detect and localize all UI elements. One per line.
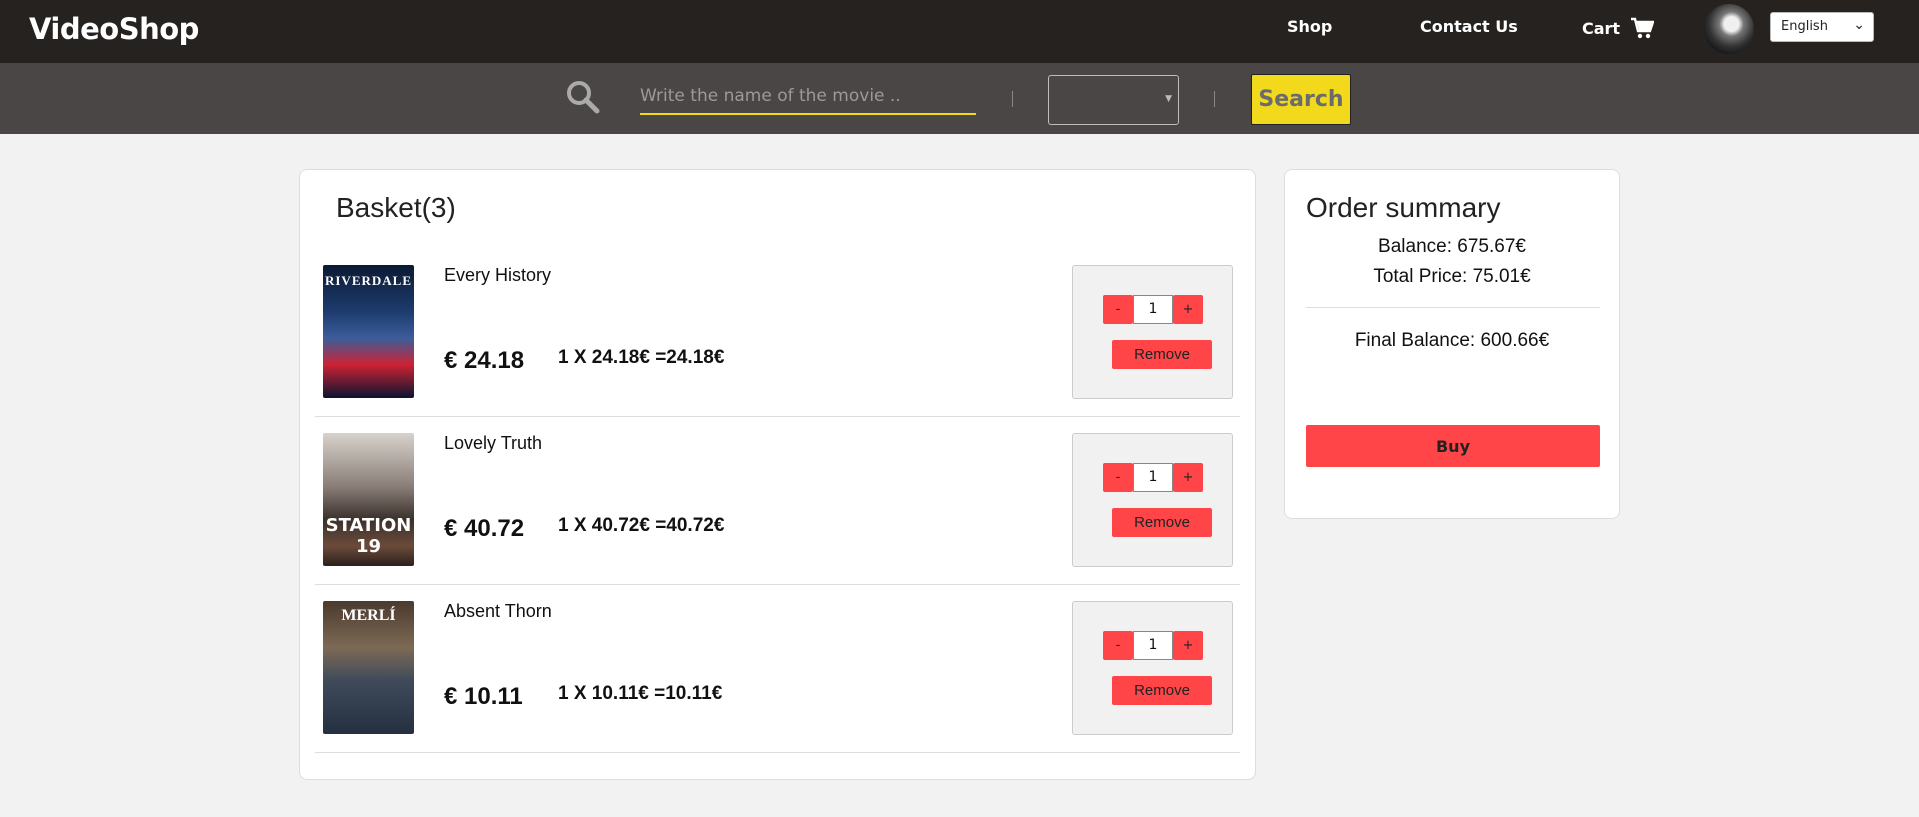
basket-item: MERLÍ Absent Thorn € 10.11 1 X 10.11€ =1…	[315, 585, 1240, 753]
cart-icon	[1631, 17, 1655, 39]
separator	[1214, 91, 1215, 107]
search-button[interactable]: Search	[1251, 74, 1351, 125]
basket-item: STATION 19 Lovely Truth € 40.72 1 X 40.7…	[315, 417, 1240, 585]
movie-poster: STATION 19	[323, 433, 414, 566]
language-select[interactable]: English ⌄	[1770, 12, 1874, 42]
order-summary-title: Order summary	[1306, 192, 1501, 223]
final-balance-text: Final Balance: 600.66€	[1354, 330, 1550, 351]
quantity-input[interactable]: 1	[1133, 295, 1173, 324]
remove-item-button[interactable]: Remove	[1112, 340, 1212, 369]
quantity-input[interactable]: 1	[1133, 631, 1173, 660]
movie-poster: RIVERDALE	[323, 265, 414, 398]
separator	[1012, 91, 1013, 107]
nav-contact-link[interactable]: Contact Us	[1420, 17, 1518, 36]
basket-title: Basket(3)	[336, 192, 456, 223]
basket-item: RIVERDALE Every History € 24.18 1 X 24.1…	[315, 249, 1240, 417]
remove-item-button[interactable]: Remove	[1112, 676, 1212, 705]
total-price-text: Total Price: 75.01€	[1373, 266, 1531, 287]
increase-quantity-button[interactable]: +	[1173, 295, 1203, 324]
decrease-quantity-button[interactable]: -	[1103, 463, 1133, 492]
top-navbar: VideoShop Shop Contact Us Cart English ⌄	[0, 0, 1919, 63]
decrease-quantity-button[interactable]: -	[1103, 295, 1133, 324]
nav-cart-link[interactable]: Cart	[1582, 17, 1655, 39]
order-summary-panel: Order summary Balance: 675.67€ Total Pri…	[1284, 169, 1620, 519]
decrease-quantity-button[interactable]: -	[1103, 631, 1133, 660]
poster-title: MERLÍ	[341, 607, 396, 624]
search-icon	[567, 81, 600, 114]
quantity-stepper: - 1 + Remove	[1072, 265, 1233, 399]
increase-quantity-button[interactable]: +	[1173, 463, 1203, 492]
item-name[interactable]: Absent Thorn	[444, 601, 552, 622]
item-price: € 40.72	[444, 515, 525, 542]
poster-title: RIVERDALE	[324, 273, 412, 288]
item-price: € 24.18	[444, 347, 525, 374]
poster-title: STATION 19	[325, 515, 412, 557]
brand-logo[interactable]: VideoShop	[29, 12, 199, 46]
search-bar: ▼ Search	[0, 63, 1919, 134]
buy-button[interactable]: Buy	[1306, 425, 1600, 467]
chevron-down-icon: ▼	[1165, 94, 1172, 104]
item-subtotal: 1 X 40.72€ =40.72€	[558, 515, 725, 536]
movie-poster: MERLÍ	[323, 601, 414, 734]
search-input[interactable]	[640, 81, 976, 115]
divider	[1306, 307, 1600, 308]
balance-text: Balance: 675.67€	[1378, 236, 1526, 257]
language-select-value: English	[1781, 19, 1828, 34]
remove-item-button[interactable]: Remove	[1112, 508, 1212, 537]
user-avatar[interactable]	[1704, 4, 1754, 54]
quantity-stepper: - 1 + Remove	[1072, 601, 1233, 735]
genre-select[interactable]: ▼	[1048, 75, 1179, 125]
item-subtotal: 1 X 10.11€ =10.11€	[558, 683, 723, 704]
item-name[interactable]: Every History	[444, 265, 551, 286]
quantity-input[interactable]: 1	[1133, 463, 1173, 492]
quantity-stepper: - 1 + Remove	[1072, 433, 1233, 567]
chevron-down-icon: ⌄	[1853, 17, 1865, 33]
item-price: € 10.11	[444, 683, 523, 710]
nav-cart-label: Cart	[1582, 18, 1621, 38]
item-subtotal: 1 X 24.18€ =24.18€	[558, 347, 725, 368]
basket-panel: Basket(3) RIVERDALE Every History € 24.1…	[299, 169, 1256, 780]
nav-shop-link[interactable]: Shop	[1287, 17, 1332, 36]
increase-quantity-button[interactable]: +	[1173, 631, 1203, 660]
item-name[interactable]: Lovely Truth	[444, 433, 542, 454]
